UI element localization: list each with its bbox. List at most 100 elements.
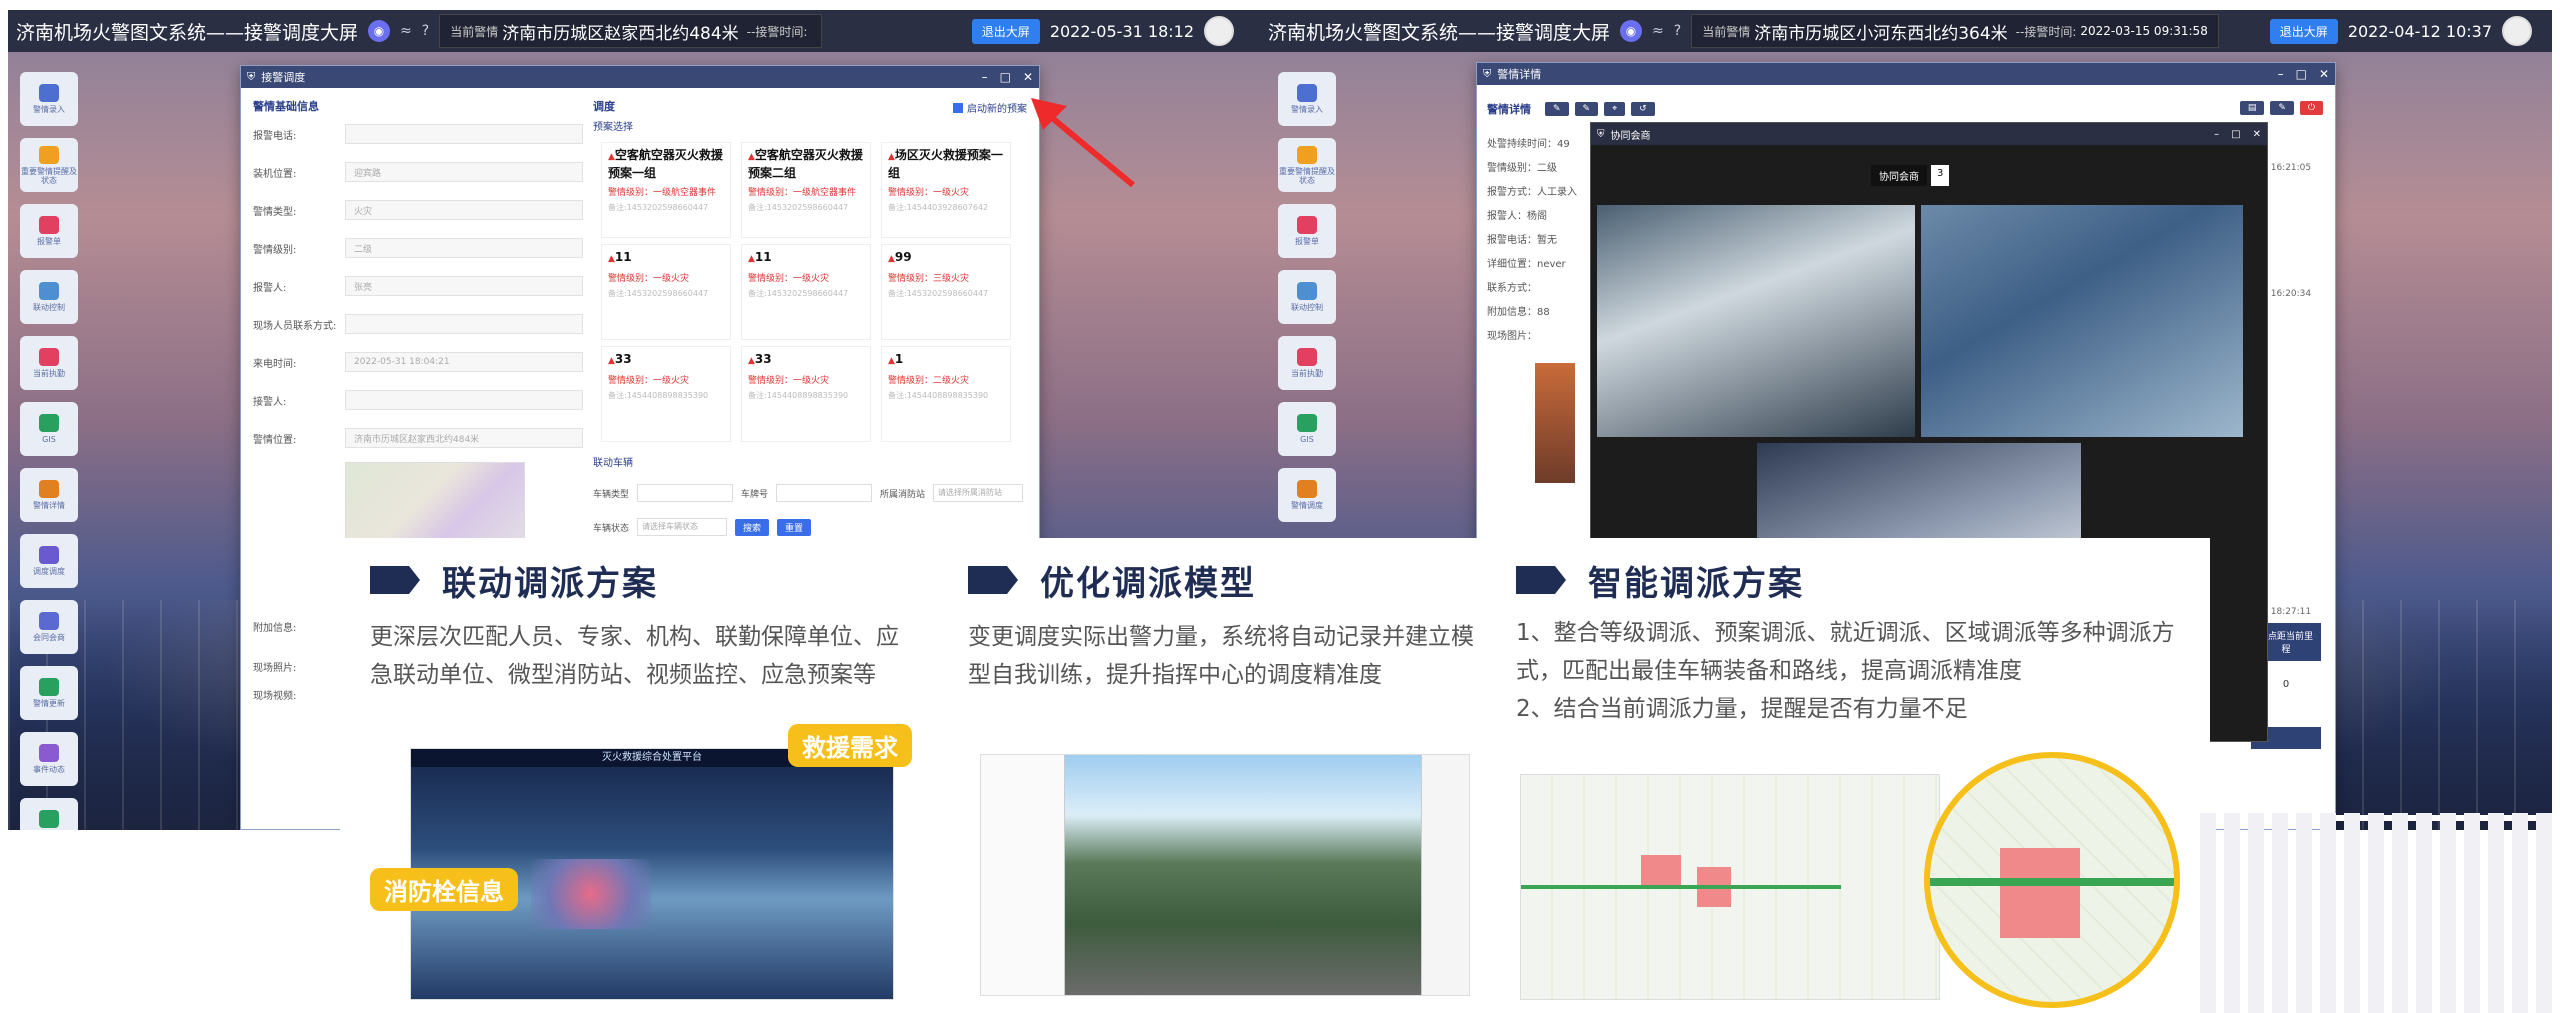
plan-card[interactable]: ▲空客航空器灭火救援预案二组 警情级别：一级航空器事件 备注:14532025986… <box>741 142 871 238</box>
plan-card[interactable]: ▲11 警情级别：一级火灾 备注:1453202598660447 <box>741 244 871 340</box>
alarm-label-right: 当前警情 <box>1702 24 1751 39</box>
sidebar-item[interactable]: 调度调度 <box>20 534 78 588</box>
current-alarm-box: 当前警情 济南市历城区赵家西北约484米 --接警时间: <box>439 14 823 48</box>
theme-icon-right[interactable]: ◉ <box>1620 20 1643 42</box>
maximize-icon-right[interactable]: □ <box>2296 67 2307 81</box>
flag-icon <box>968 566 1018 594</box>
field-input[interactable] <box>345 390 583 410</box>
hydrant-info-tag: 消防栓信息 <box>370 868 518 911</box>
plan-card[interactable]: ▲33 警情级别：一级火灾 备注:1454408898835390 <box>741 346 871 442</box>
minimize-icon-right[interactable]: – <box>2278 67 2284 81</box>
enable-plan-toggle[interactable]: 启动新的预案 <box>953 100 1027 115</box>
rescue-need-tag: 救援需求 <box>788 724 912 767</box>
field-input[interactable]: 济南市历城区赵家西北约484米 <box>345 428 583 448</box>
sidebar-item[interactable]: 警情录入 <box>1278 72 1336 126</box>
sidebar-item[interactable]: 联动控制 <box>1278 270 1336 324</box>
status-select[interactable]: 请选择车辆状态 <box>637 518 728 536</box>
video-feed-1[interactable] <box>1597 205 1915 437</box>
sidebar-item[interactable]: 警情详情 <box>20 468 78 522</box>
exit-fullscreen-button-right[interactable]: 退出大屏 <box>2269 18 2338 44</box>
sidebar-item[interactable]: GIS <box>1278 402 1336 456</box>
sidebar-item[interactable]: 警情录入 <box>20 72 78 126</box>
detail-tab[interactable]: 警情详情 <box>1487 101 1531 117</box>
user-avatar[interactable] <box>1204 16 1234 46</box>
plan-card[interactable]: ▲空客航空器灭火救援预案一组 警情级别：一级航空器事件 备注:14532025986… <box>601 142 731 238</box>
vehicle-type-input[interactable] <box>637 484 734 502</box>
sidebar-icon <box>1297 282 1317 300</box>
exit-fullscreen-button[interactable]: 退出大屏 <box>971 18 1040 44</box>
sidebar-item-label: 警情详情 <box>33 501 65 510</box>
plan-level: 警情级别：一级火灾 <box>748 376 830 386</box>
sidebar-item[interactable]: 报警单 <box>1278 204 1336 258</box>
alarm-time-label-right: --接警时间: <box>2015 24 2077 39</box>
user-avatar-right[interactable] <box>2502 16 2532 46</box>
field-input[interactable] <box>345 124 583 144</box>
maximize-icon-conf[interactable]: □ <box>2231 129 2240 140</box>
scene-photo[interactable] <box>1535 363 1575 483</box>
close-icon-right[interactable]: ✕ <box>2319 67 2329 81</box>
signal-icon[interactable]: ≈ <box>400 23 412 39</box>
maximize-icon[interactable]: □ <box>1000 70 1011 84</box>
end-alarm-button[interactable]: ⏻ <box>2299 101 2323 115</box>
participant-count: 3 <box>1931 165 1950 186</box>
sidebar-icon <box>39 612 59 630</box>
update-button[interactable]: ✎ <box>1574 102 1599 116</box>
plan-remark: 备注:1453202598660447 <box>888 289 989 298</box>
action-button-2[interactable]: ✎ <box>2270 101 2294 115</box>
sidebar-item-label: 重要警情提醒及状态 <box>21 166 77 185</box>
sidebar-item[interactable]: 联动控制 <box>20 270 78 324</box>
station-select[interactable]: 请选择所属消防站 <box>933 484 1024 502</box>
video-feed-2[interactable] <box>1921 205 2243 437</box>
help-icon[interactable]: ? <box>422 23 429 39</box>
plan-card[interactable]: ▲11 警情级别：一级火灾 备注:1453202598660447 <box>601 244 731 340</box>
plan-card[interactable]: ▲场区灭火救援预案一组 警情级别：一级火灾 备注:1454403928607642 <box>881 142 1011 238</box>
shield-icon: ⛨ <box>247 70 256 83</box>
close-icon-conf[interactable]: ✕ <box>2253 129 2261 140</box>
conference-tab[interactable]: 协同会商 <box>1871 165 1927 186</box>
plate-input[interactable] <box>776 484 873 502</box>
sidebar-item-label: 联动控制 <box>33 303 65 312</box>
plan-card[interactable]: ▲33 警情级别：一级火灾 备注:1454408898835390 <box>601 346 731 442</box>
field-input[interactable] <box>345 314 583 334</box>
plan-remark: 备注:1454408898835390 <box>888 391 989 400</box>
theme-icon[interactable]: ◉ <box>368 20 391 42</box>
plan-card[interactable]: ▲99 警情级别：三级火灾 备注:1453202598660447 <box>881 244 1011 340</box>
field-input[interactable]: 张亮 <box>345 276 583 296</box>
search-button[interactable]: 搜索 <box>735 518 770 536</box>
sidebar-item[interactable]: 当前执勤 <box>20 336 78 390</box>
sidebar-item[interactable]: GIS <box>20 402 78 456</box>
dialog-header: ⛨ 接警调度 – □ ✕ <box>241 66 1039 88</box>
sidebar-item[interactable]: 事件动态 <box>20 732 78 786</box>
sidebar-icon <box>39 546 59 564</box>
form-row: 警情级别: 二级 <box>253 234 583 262</box>
plan-card[interactable]: ▲1 警情级别：二级火灾 备注:1454408898835390 <box>881 346 1011 442</box>
field-input[interactable]: 二级 <box>345 238 583 258</box>
feature-title: 智能调派方案 <box>1588 563 1804 604</box>
checkbox-icon[interactable] <box>953 102 963 113</box>
route-line <box>1521 885 1841 889</box>
reset-button[interactable]: 重置 <box>777 518 812 536</box>
locate-button[interactable]: ⌖ <box>1604 102 1626 116</box>
edit-button[interactable]: ✎ <box>1545 102 1569 116</box>
signal-icon-right[interactable]: ≈ <box>1652 23 1664 39</box>
sidebar-item[interactable]: 警情调度 <box>1278 468 1336 522</box>
help-icon-right[interactable]: ? <box>1674 23 1681 39</box>
field-input[interactable]: 迎宾路 <box>345 162 583 182</box>
sidebar-item[interactable]: 报警单 <box>20 204 78 258</box>
minimize-icon-conf[interactable]: – <box>2214 129 2219 140</box>
minimize-icon[interactable]: – <box>982 70 988 84</box>
sidebar-item[interactable]: 当前执勤 <box>1278 336 1336 390</box>
sidebar-item[interactable]: 预案 <box>20 798 78 830</box>
sidebar-item[interactable]: 重要警情提醒及状态 <box>20 138 78 192</box>
field-input[interactable]: 火灾 <box>345 200 583 220</box>
field-input[interactable]: 2022-05-31 18:04:21 <box>345 352 583 372</box>
composite-root: 济南机场火警图文系统——接警调度大屏 ◉ ≈ ? 当前警情 济南市历城区赵家西北… <box>0 0 2560 1013</box>
sidebar-item[interactable]: 重要警情提醒及状态 <box>1278 138 1336 192</box>
action-button-1[interactable]: ▤ <box>2239 101 2265 115</box>
close-icon[interactable]: ✕ <box>1023 70 1033 84</box>
field-label: 现场人员联系方式: <box>253 320 337 332</box>
feature-desc-2: 2、结合当前调派力量，提醒是否有力量不足 <box>1516 696 1968 722</box>
sidebar-item[interactable]: 警情更新 <box>20 666 78 720</box>
return-button[interactable]: ↺ <box>1631 102 1655 116</box>
sidebar-item[interactable]: 会同会商 <box>20 600 78 654</box>
